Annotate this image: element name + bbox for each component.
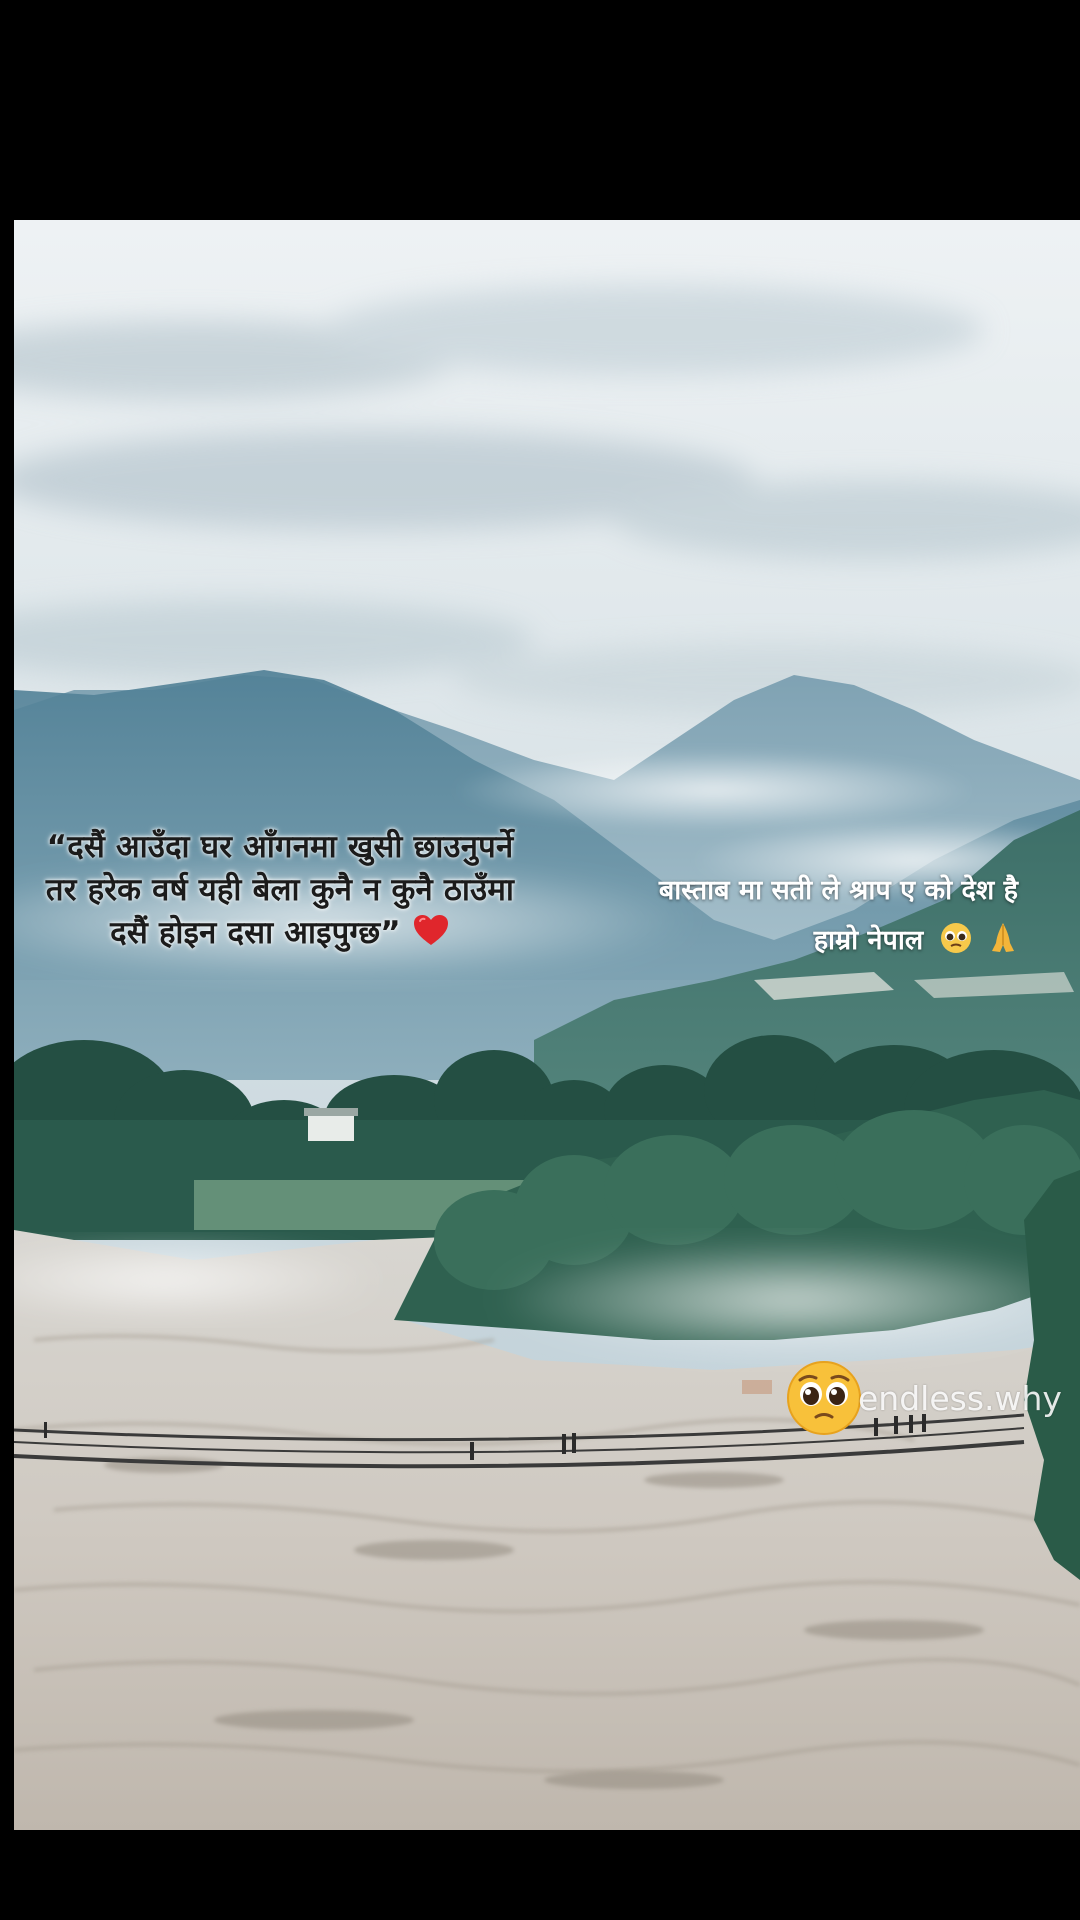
video-frame: “दसैं आउँदा घर आँगनमा खुसी छाउनुपर्ने तर… [0,0,1080,1920]
watermark-text: endless.why [858,1378,1062,1418]
caption-right-line2-wrap: हाम्रो नेपाल [548,916,1018,966]
folded-hands-icon [992,923,1014,952]
watermark: endless.why [786,1360,1062,1436]
pleading-face-icon [787,1361,861,1435]
pleading-face-icon [940,923,971,953]
background-photo [14,220,1080,1830]
caption-right-line1: बास्ताब मा सती ले श्राप ए को देश है [658,875,1018,906]
caption-right-line2: हाम्रो नेपाल [813,925,924,956]
caption-right: बास्ताब मा सती ले श्राप ए को देश है हाम्… [548,866,1018,966]
heart-icon [401,915,450,951]
caption-left: “दसैं आउँदा घर आँगनमा खुसी छाउनुपर्ने तर… [45,826,515,955]
